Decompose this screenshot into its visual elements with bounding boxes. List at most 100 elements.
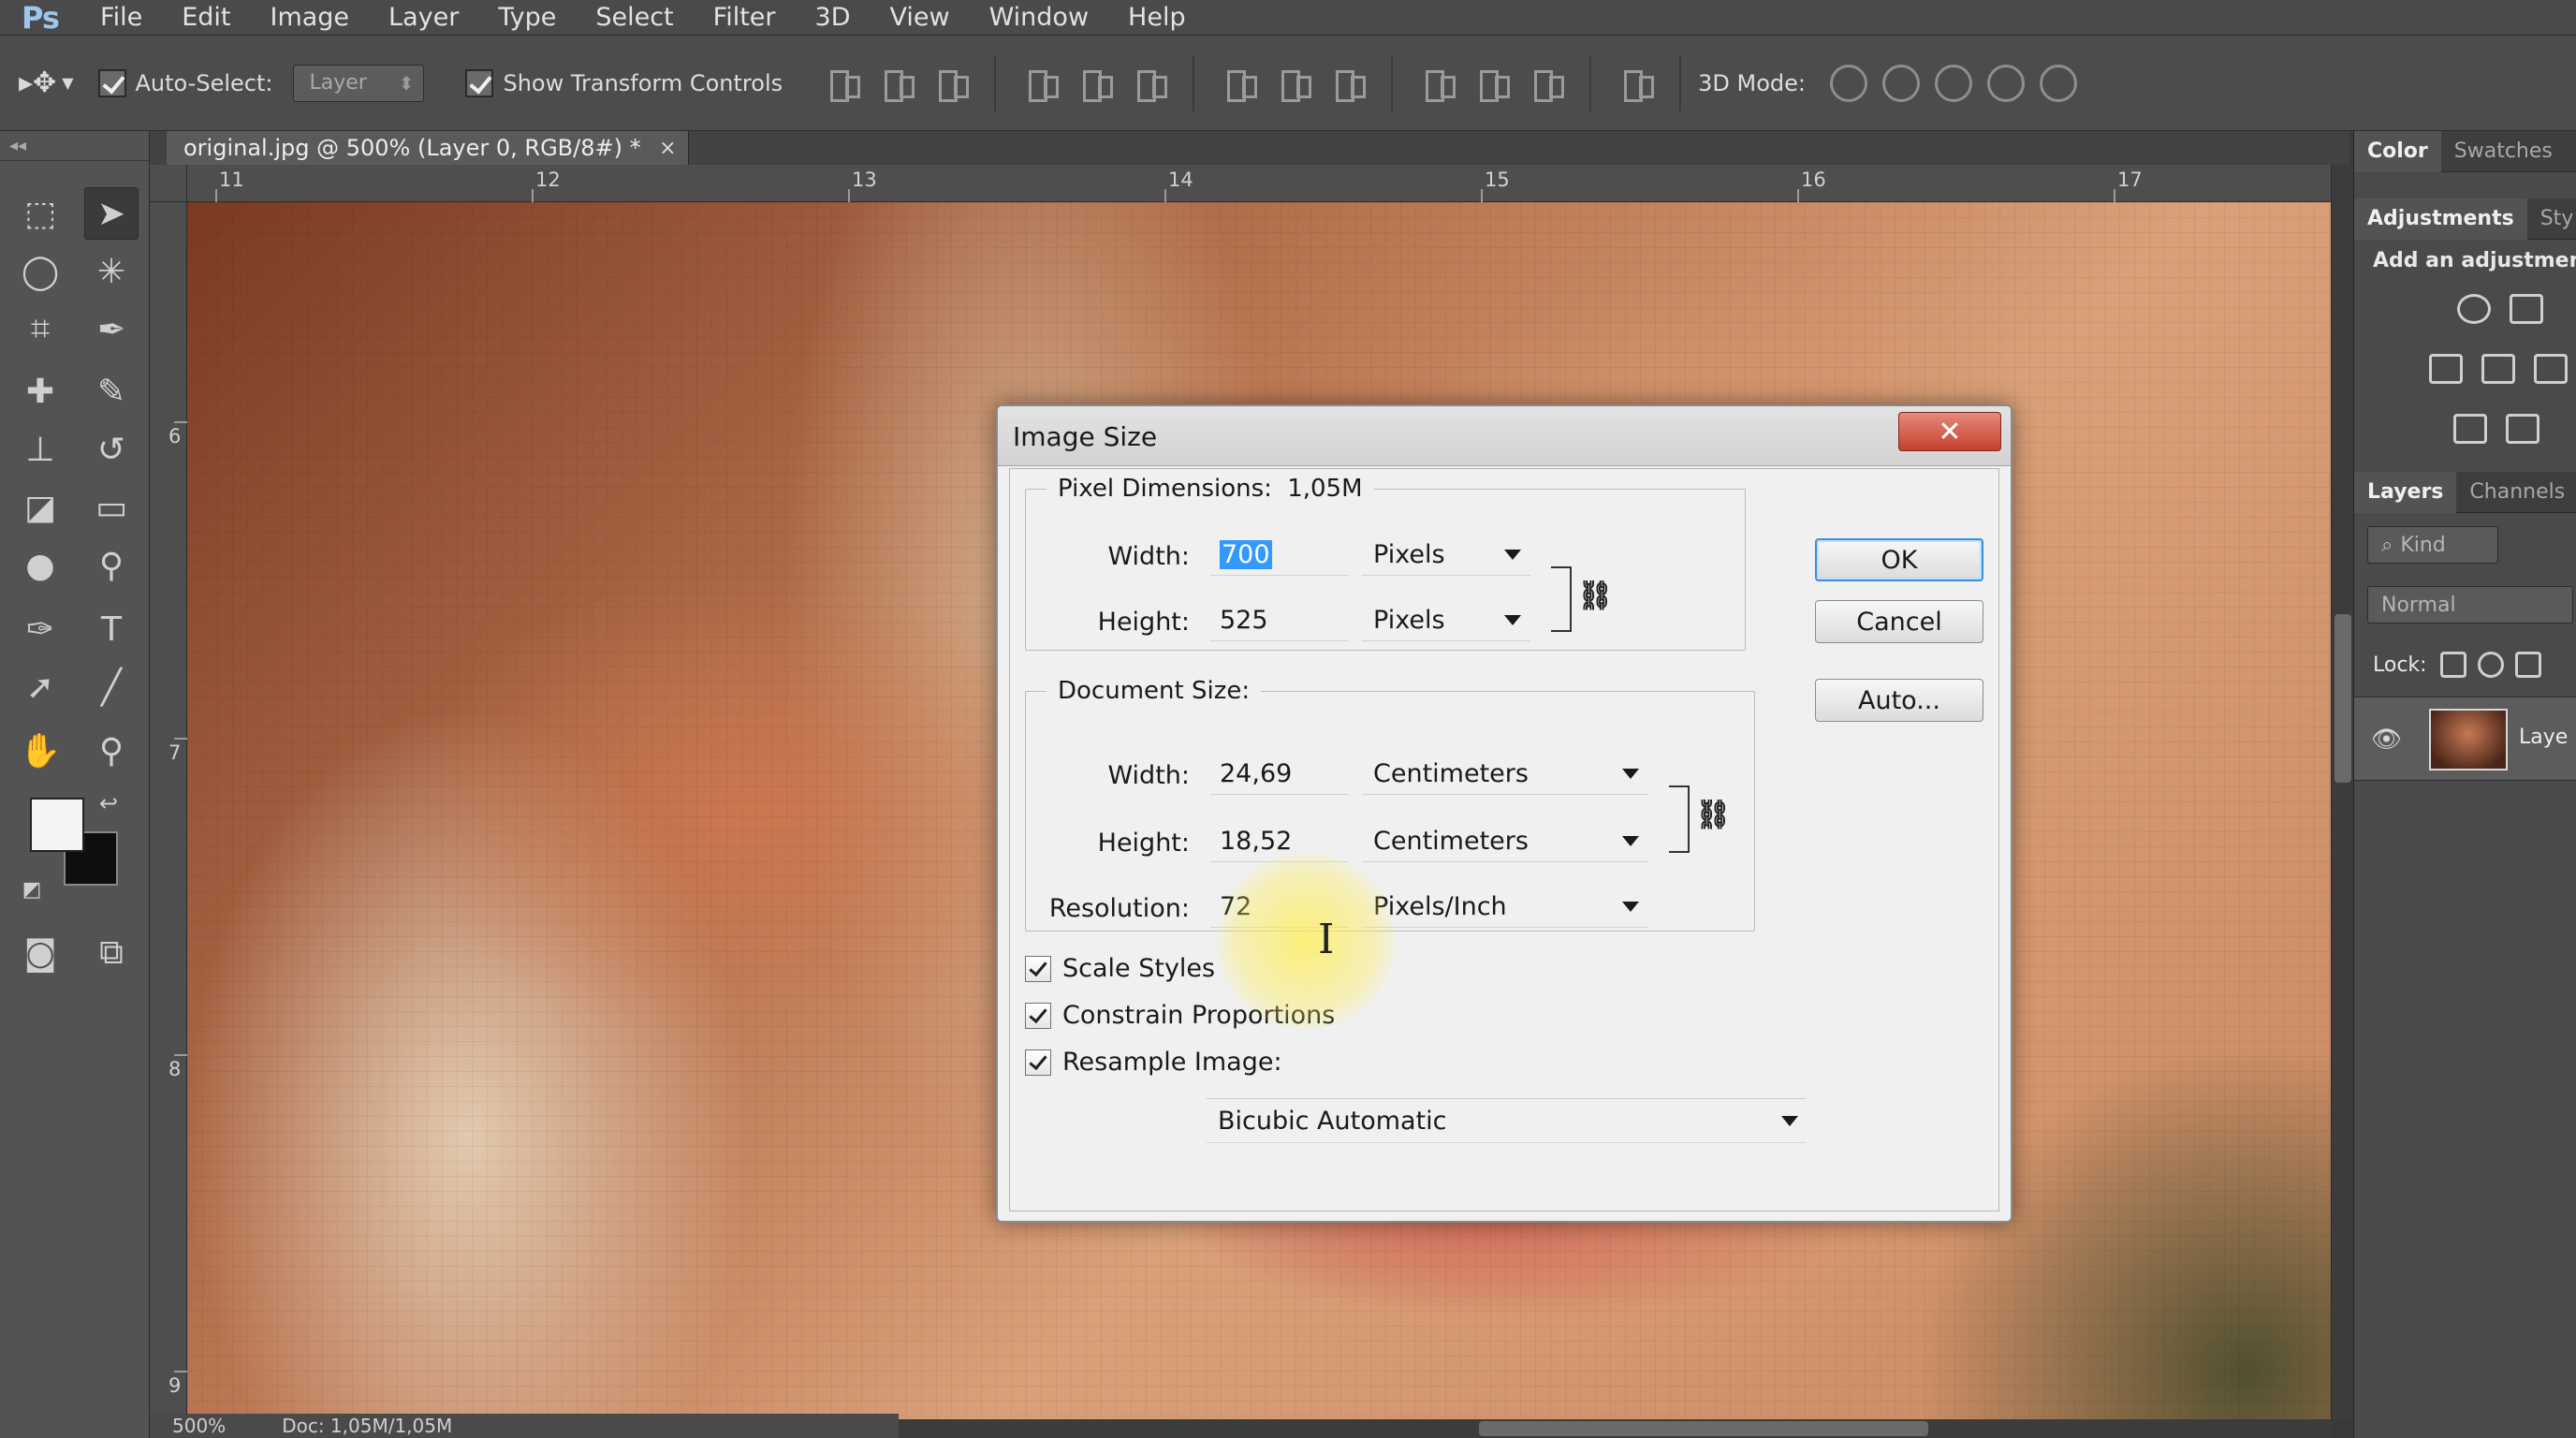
distribute-horizontal-center-icon[interactable]	[1472, 65, 1511, 102]
close-icon[interactable]: ×	[659, 137, 676, 160]
tab-adjustments[interactable]: Adjustments	[2354, 198, 2527, 240]
marquee-tool-icon[interactable]: ⬚	[13, 187, 67, 240]
3d-scale-icon[interactable]	[2039, 64, 2077, 102]
menu-file[interactable]: File	[80, 0, 162, 36]
clone-stamp-tool-icon[interactable]: ⊥	[13, 423, 67, 476]
doc-width-unit-select[interactable]: Centimeters	[1362, 754, 1648, 795]
menu-window[interactable]: Window	[970, 0, 1108, 36]
align-left-icon[interactable]	[1021, 65, 1060, 102]
tab-color[interactable]: Color	[2354, 130, 2441, 172]
lock-transparent-icon[interactable]	[2440, 652, 2466, 678]
menu-help[interactable]: Help	[1108, 0, 1206, 36]
color-balance-icon[interactable]	[2481, 354, 2515, 384]
tab-layers[interactable]: Layers	[2354, 471, 2457, 513]
invert-icon[interactable]	[2453, 414, 2487, 444]
auto-select-dropdown[interactable]: Layer	[293, 64, 425, 102]
distribute-top-icon[interactable]	[1220, 65, 1258, 102]
blend-mode-select[interactable]: Normal	[2367, 586, 2573, 624]
align-top-icon[interactable]	[823, 65, 861, 102]
align-right-icon[interactable]	[1130, 65, 1168, 102]
swap-colors-icon[interactable]: ↩	[90, 785, 127, 822]
gradient-map-icon[interactable]	[2506, 414, 2539, 444]
line-tool-icon[interactable]: ╱	[84, 661, 139, 713]
align-bottom-icon[interactable]	[931, 65, 970, 102]
constrain-proportions-checkbox[interactable]	[1025, 1002, 1051, 1029]
distribute-vertical-center-icon[interactable]	[1274, 65, 1312, 102]
align-vertical-center-icon[interactable]	[877, 65, 915, 102]
brush-tool-icon[interactable]: ✎	[84, 365, 139, 418]
brightness-contrast-icon[interactable]	[2457, 294, 2491, 324]
dialog-titlebar[interactable]: Image Size ✕	[998, 406, 2011, 466]
auto-select-checkbox[interactable]	[97, 68, 126, 97]
tab-styles[interactable]: Sty	[2527, 198, 2576, 240]
magic-wand-tool-icon[interactable]: ✳	[84, 245, 139, 298]
default-colors-icon[interactable]: ◩	[13, 871, 51, 908]
3d-rotate-icon[interactable]	[1829, 64, 1867, 102]
distribute-right-icon[interactable]	[1527, 65, 1565, 102]
3d-drag-icon[interactable]	[1934, 64, 1972, 102]
horizontal-ruler[interactable]: 11 12 13 14 15 16 17	[187, 165, 2331, 202]
scrollbar-thumb[interactable]	[2334, 614, 2351, 783]
screen-mode-icon[interactable]: ⧉	[84, 927, 139, 979]
levels-icon[interactable]	[2510, 294, 2543, 324]
path-selection-tool-icon[interactable]: ➚	[13, 661, 67, 713]
scale-styles-checkbox[interactable]	[1025, 955, 1051, 982]
exposure-icon[interactable]	[2429, 354, 2463, 384]
foreground-color-swatch[interactable]	[30, 798, 84, 852]
hand-tool-icon[interactable]: ✋	[13, 725, 67, 777]
menu-image[interactable]: Image	[250, 0, 369, 36]
pixel-width-input[interactable]: 700	[1210, 535, 1349, 576]
zoom-level[interactable]: 500%	[172, 1415, 226, 1437]
collapse-toolbar-icon[interactable]: ◂◂	[0, 131, 149, 161]
close-button[interactable]: ✕	[1898, 412, 2001, 451]
zoom-tool-icon[interactable]: ⚲	[84, 725, 139, 777]
doc-width-input[interactable]: 24,69	[1210, 754, 1349, 795]
lock-image-icon[interactable]	[2478, 652, 2504, 678]
menu-type[interactable]: Type	[478, 0, 576, 36]
ruler-origin[interactable]	[150, 165, 187, 202]
document-tab[interactable]: original.jpg @ 500% (Layer 0, RGB/8#) * …	[167, 131, 689, 165]
scrollbar-thumb[interactable]	[1479, 1421, 1928, 1436]
resample-method-select[interactable]: Bicubic Automatic	[1207, 1098, 1806, 1143]
vertical-ruler[interactable]: 6 7 8 9	[150, 202, 187, 1419]
menu-edit[interactable]: Edit	[162, 0, 250, 36]
move-tool-icon[interactable]: ➤	[84, 187, 139, 240]
tab-swatches[interactable]: Swatches	[2441, 131, 2566, 172]
distribute-bottom-icon[interactable]	[1328, 65, 1367, 102]
type-tool-icon[interactable]: T	[84, 603, 139, 655]
constrain-proportions-option[interactable]: Constrain Proportions	[1025, 1001, 1335, 1030]
eraser-tool-icon[interactable]: ◪	[13, 481, 67, 534]
resample-image-option[interactable]: Resample Image:	[1025, 1048, 1282, 1077]
auto-button[interactable]: Auto...	[1815, 679, 1983, 722]
quick-mask-icon[interactable]: ◙	[13, 927, 67, 979]
pixel-width-unit-select[interactable]: Pixels	[1362, 535, 1530, 576]
doc-height-unit-select[interactable]: Centimeters	[1362, 821, 1648, 862]
distribute-left-icon[interactable]	[1418, 65, 1456, 102]
blur-tool-icon[interactable]: ●	[13, 539, 67, 592]
eyedropper-tool-icon[interactable]: ✒	[84, 303, 139, 356]
scale-styles-option[interactable]: Scale Styles	[1025, 954, 1215, 983]
pixel-height-input[interactable]: 525	[1210, 600, 1349, 641]
eye-icon[interactable]: 👁	[2371, 726, 2402, 754]
pixel-height-unit-select[interactable]: Pixels	[1362, 600, 1530, 641]
crop-tool-icon[interactable]: ⌗	[13, 303, 67, 356]
auto-align-layers-icon[interactable]	[1617, 65, 1655, 102]
3d-slide-icon[interactable]	[1986, 64, 2025, 102]
vertical-scrollbar[interactable]	[2331, 165, 2353, 1419]
pen-tool-icon[interactable]: ✑	[13, 603, 67, 655]
move-tool-preset[interactable]: ▸✥ ▼	[19, 66, 74, 99]
menu-select[interactable]: Select	[576, 0, 693, 36]
layer-filter-kind[interactable]: ⌕ Kind	[2367, 526, 2498, 564]
ok-button[interactable]: OK	[1815, 538, 1983, 581]
menu-layer[interactable]: Layer	[369, 0, 478, 36]
tab-channels[interactable]: Channels	[2456, 472, 2576, 513]
history-brush-tool-icon[interactable]: ↺	[84, 423, 139, 476]
doc-height-input[interactable]: 18,52	[1210, 821, 1349, 862]
3d-roll-icon[interactable]	[1881, 64, 1920, 102]
lasso-tool-icon[interactable]: ◯	[13, 245, 67, 298]
align-horizontal-center-icon[interactable]	[1076, 65, 1114, 102]
menu-filter[interactable]: Filter	[694, 0, 796, 36]
menu-3d[interactable]: 3D	[796, 0, 871, 36]
menu-view[interactable]: View	[870, 0, 969, 36]
resample-image-checkbox[interactable]	[1025, 1049, 1051, 1076]
